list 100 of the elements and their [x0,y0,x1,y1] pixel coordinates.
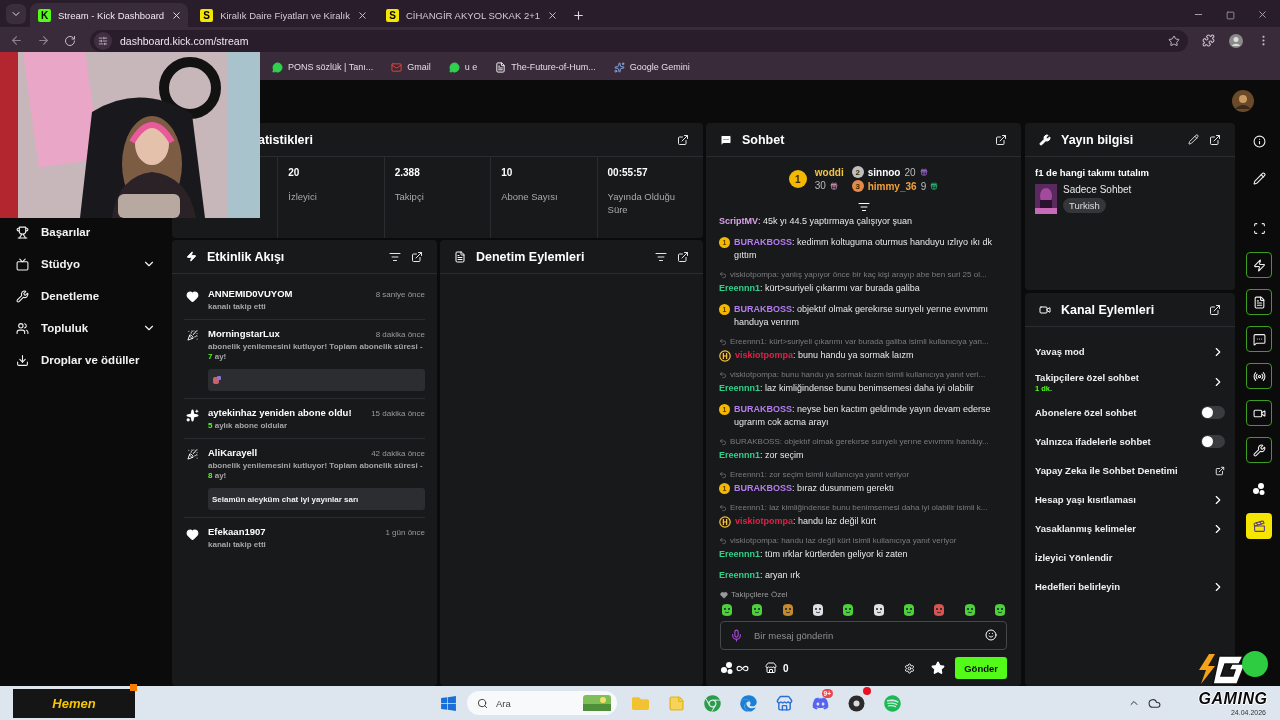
panel-toggle-button[interactable] [1246,437,1272,463]
maximize-button[interactable] [1226,11,1235,20]
user-avatar[interactable] [1232,90,1254,112]
emoji-icon[interactable] [985,629,997,641]
heart-icon [185,528,199,541]
record-app-icon[interactable] [847,694,865,712]
bookmark-link[interactable]: PONS sözlük | Tanı... [288,62,374,72]
chat-message: BURAKBOSS: neyse ben kactım geldımde yayın devam ederse ugrarım cok acma arayı [734,403,992,429]
notification-dot [863,687,871,695]
bookmark-link[interactable]: u e [464,62,478,72]
emote-icon[interactable] [871,603,886,617]
action-label[interactable]: Takipçilere özel sohbet [1035,371,1139,383]
emote-icon[interactable] [720,603,734,617]
category-name[interactable]: Sadece Sohbet [1063,184,1132,195]
popout-button[interactable] [677,133,689,146]
emote-icon[interactable] [780,603,795,617]
bookmark-link[interactable]: Gmail [407,62,431,72]
points-icon [720,661,734,675]
popout-button[interactable] [995,133,1007,146]
action-label[interactable]: Yalnızca ifadelerle sohbet [1035,436,1151,447]
collapse-icon[interactable] [857,201,870,213]
reload-icon[interactable] [64,34,76,47]
bookmark-link[interactable]: The-Future-of-Hum... [511,62,596,72]
document-icon [495,61,507,73]
message-input[interactable]: Bir mesaj gönderin [720,621,1007,650]
chat-icon [720,133,732,146]
bookmark-star-icon[interactable] [1168,34,1180,47]
start-icon[interactable] [440,694,457,712]
browser-icon[interactable] [703,694,721,712]
document-icon [1252,295,1266,309]
toggle-switch[interactable] [1201,435,1225,448]
event-user: ANNEMID0VUYOM [208,288,293,299]
leader-name[interactable]: woddi [814,167,844,178]
send-button[interactable]: Gönder [955,657,1007,679]
edit-button[interactable] [1188,134,1199,145]
close-icon[interactable] [357,9,368,21]
browser-tab[interactable]: K Stream - Kick Dashboard [30,3,189,27]
filter-button[interactable] [655,250,667,263]
close-icon[interactable] [547,9,559,21]
emote-icon[interactable] [992,603,1007,617]
leader-name[interactable]: sinnoo [867,166,901,178]
emote-icon[interactable] [811,603,825,617]
browser-tab[interactable]: S CİHANGİR AKYOL SOKAK 2+1 [378,3,565,27]
action-label[interactable]: Yapay Zeka ile Sohbet Denetimi [1035,465,1178,476]
action-label[interactable]: Abonelere özel sohbet [1035,407,1137,418]
panel-toggle-button[interactable] [1246,363,1272,389]
close-button[interactable] [1257,9,1268,20]
external-link-icon[interactable] [1215,465,1225,476]
store-icon[interactable] [765,662,777,674]
settings-icon[interactable] [904,662,916,674]
emote-icon[interactable] [841,603,856,617]
forward-icon[interactable] [37,34,50,47]
filter-button[interactable] [389,250,401,263]
microphone-icon[interactable] [730,629,743,642]
browser-icon[interactable] [739,694,757,712]
panel-toggle-button[interactable] [1246,400,1272,426]
site-settings-icon[interactable] [98,35,108,46]
extensions-icon[interactable] [1202,34,1215,47]
nav-item[interactable]: Droplar ve ödüller [41,354,156,366]
panel-toggle-button[interactable] [1246,252,1272,278]
popout-button[interactable] [411,250,423,263]
nav-item[interactable]: Denetleme [41,290,156,302]
search-field[interactable]: Ara [467,691,617,715]
panel-toggle-button[interactable] [1246,513,1272,539]
emote-star-icon[interactable] [931,661,946,675]
address-bar[interactable]: dashboard.kick.com/stream [90,29,1188,52]
filter-icon [389,250,401,263]
nav-item[interactable]: Topluluk [41,322,130,334]
emote-icon[interactable] [901,603,916,617]
action-label[interactable]: Yavaş mod [1035,346,1085,357]
cloud-icon[interactable] [1147,696,1161,710]
panel-toggle-button[interactable] [1246,326,1272,352]
action-label[interactable]: Hesap yaşı kısıtlaması [1035,494,1136,505]
popout-button[interactable] [1209,303,1221,316]
chat-message: Ereennn1: kürt>suriyeli çıkarımı var burada galiba [719,282,920,295]
leader-name[interactable]: himmy_36 [867,180,917,192]
gift-count: 20 [904,166,916,178]
mail-icon [391,61,403,73]
action-label[interactable]: Yasaklanmış kelimeler [1035,523,1136,534]
back-icon[interactable] [10,34,23,47]
nav-item[interactable]: Başarılar [41,226,156,238]
popout-icon [677,250,689,263]
browser-tab[interactable]: S Kiralık Daire Fiyatları ve Kiralık [192,3,374,27]
chat-message: Ereennn1: tüm ırklar kürtlerden geliyor ki zaten [719,548,908,561]
emote-icon[interactable] [962,603,977,617]
profile-avatar-icon[interactable] [1229,33,1243,48]
emote-icon[interactable] [750,603,765,617]
nav-item[interactable]: Stüdyo [41,258,130,270]
popout-button[interactable] [1209,133,1221,146]
close-icon[interactable] [171,9,183,21]
panel-toggle-button[interactable] [1246,289,1272,315]
event-text: kanalı takip etti [208,540,267,550]
new-tab-button[interactable] [572,9,586,22]
sparkle-icon [613,61,625,73]
action-label[interactable]: İzleyici Yönlendir [1035,552,1113,563]
toggle-switch[interactable] [1201,406,1225,419]
popout-button[interactable] [677,250,689,263]
bookmark-link[interactable]: Google Gemini [629,62,690,72]
tab-list-button[interactable] [6,4,26,24]
action-label[interactable]: Hedefleri belirleyin [1035,581,1120,592]
